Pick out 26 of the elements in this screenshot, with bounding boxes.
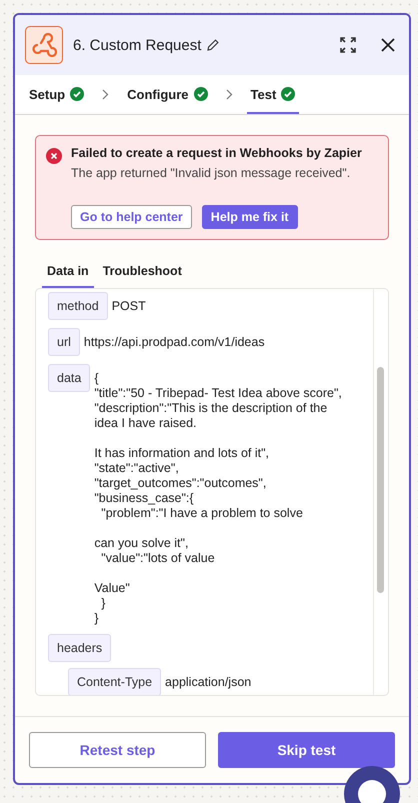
skip-button[interactable]: Skip test xyxy=(218,732,395,768)
pencil-icon[interactable] xyxy=(207,39,220,51)
step-tab[interactable]: Setup xyxy=(25,76,88,114)
retest-button[interactable]: Retest step xyxy=(29,732,206,768)
field-value: https://api.prodpad.com/v1/ideas xyxy=(84,334,265,350)
chevron-icon xyxy=(102,89,110,100)
field-value: { "title":"50 - Tribepad- Test Idea above score", "description":"This is the description of the idea I have raised. It has information and lots of it", "state":"active", "target_outcomes":"outcomes", "business_case":{ "problem":"I have a problem to solve can you solve it", "value":"lots of value Value" } } xyxy=(94,370,342,626)
field-key: headers xyxy=(48,634,112,662)
error-title: Failed to create a request in Webhooks by Zapier xyxy=(71,146,363,160)
field-key: data xyxy=(48,364,90,392)
chevron-icon xyxy=(226,89,233,100)
help-button[interactable]: Go to help center xyxy=(71,205,192,229)
error-message: The app returned "Invalid json message received". xyxy=(71,166,352,180)
field-value: application/json xyxy=(165,674,252,690)
field-value: POST xyxy=(112,298,146,314)
fix-button[interactable]: Help me fix it xyxy=(202,205,298,229)
field-key: method xyxy=(48,292,108,320)
step-title: 6. Custom Request xyxy=(73,36,202,54)
webhook-logo xyxy=(25,26,63,64)
data-tab[interactable]: Troubleshoot xyxy=(98,260,187,288)
chat-icon[interactable] xyxy=(344,766,400,803)
field-key: Content-Type xyxy=(68,668,162,695)
field-key: url xyxy=(48,328,80,356)
step-tab[interactable]: Configure xyxy=(123,76,212,114)
step-tab[interactable]: Test xyxy=(246,76,300,114)
error-icon xyxy=(46,148,62,164)
